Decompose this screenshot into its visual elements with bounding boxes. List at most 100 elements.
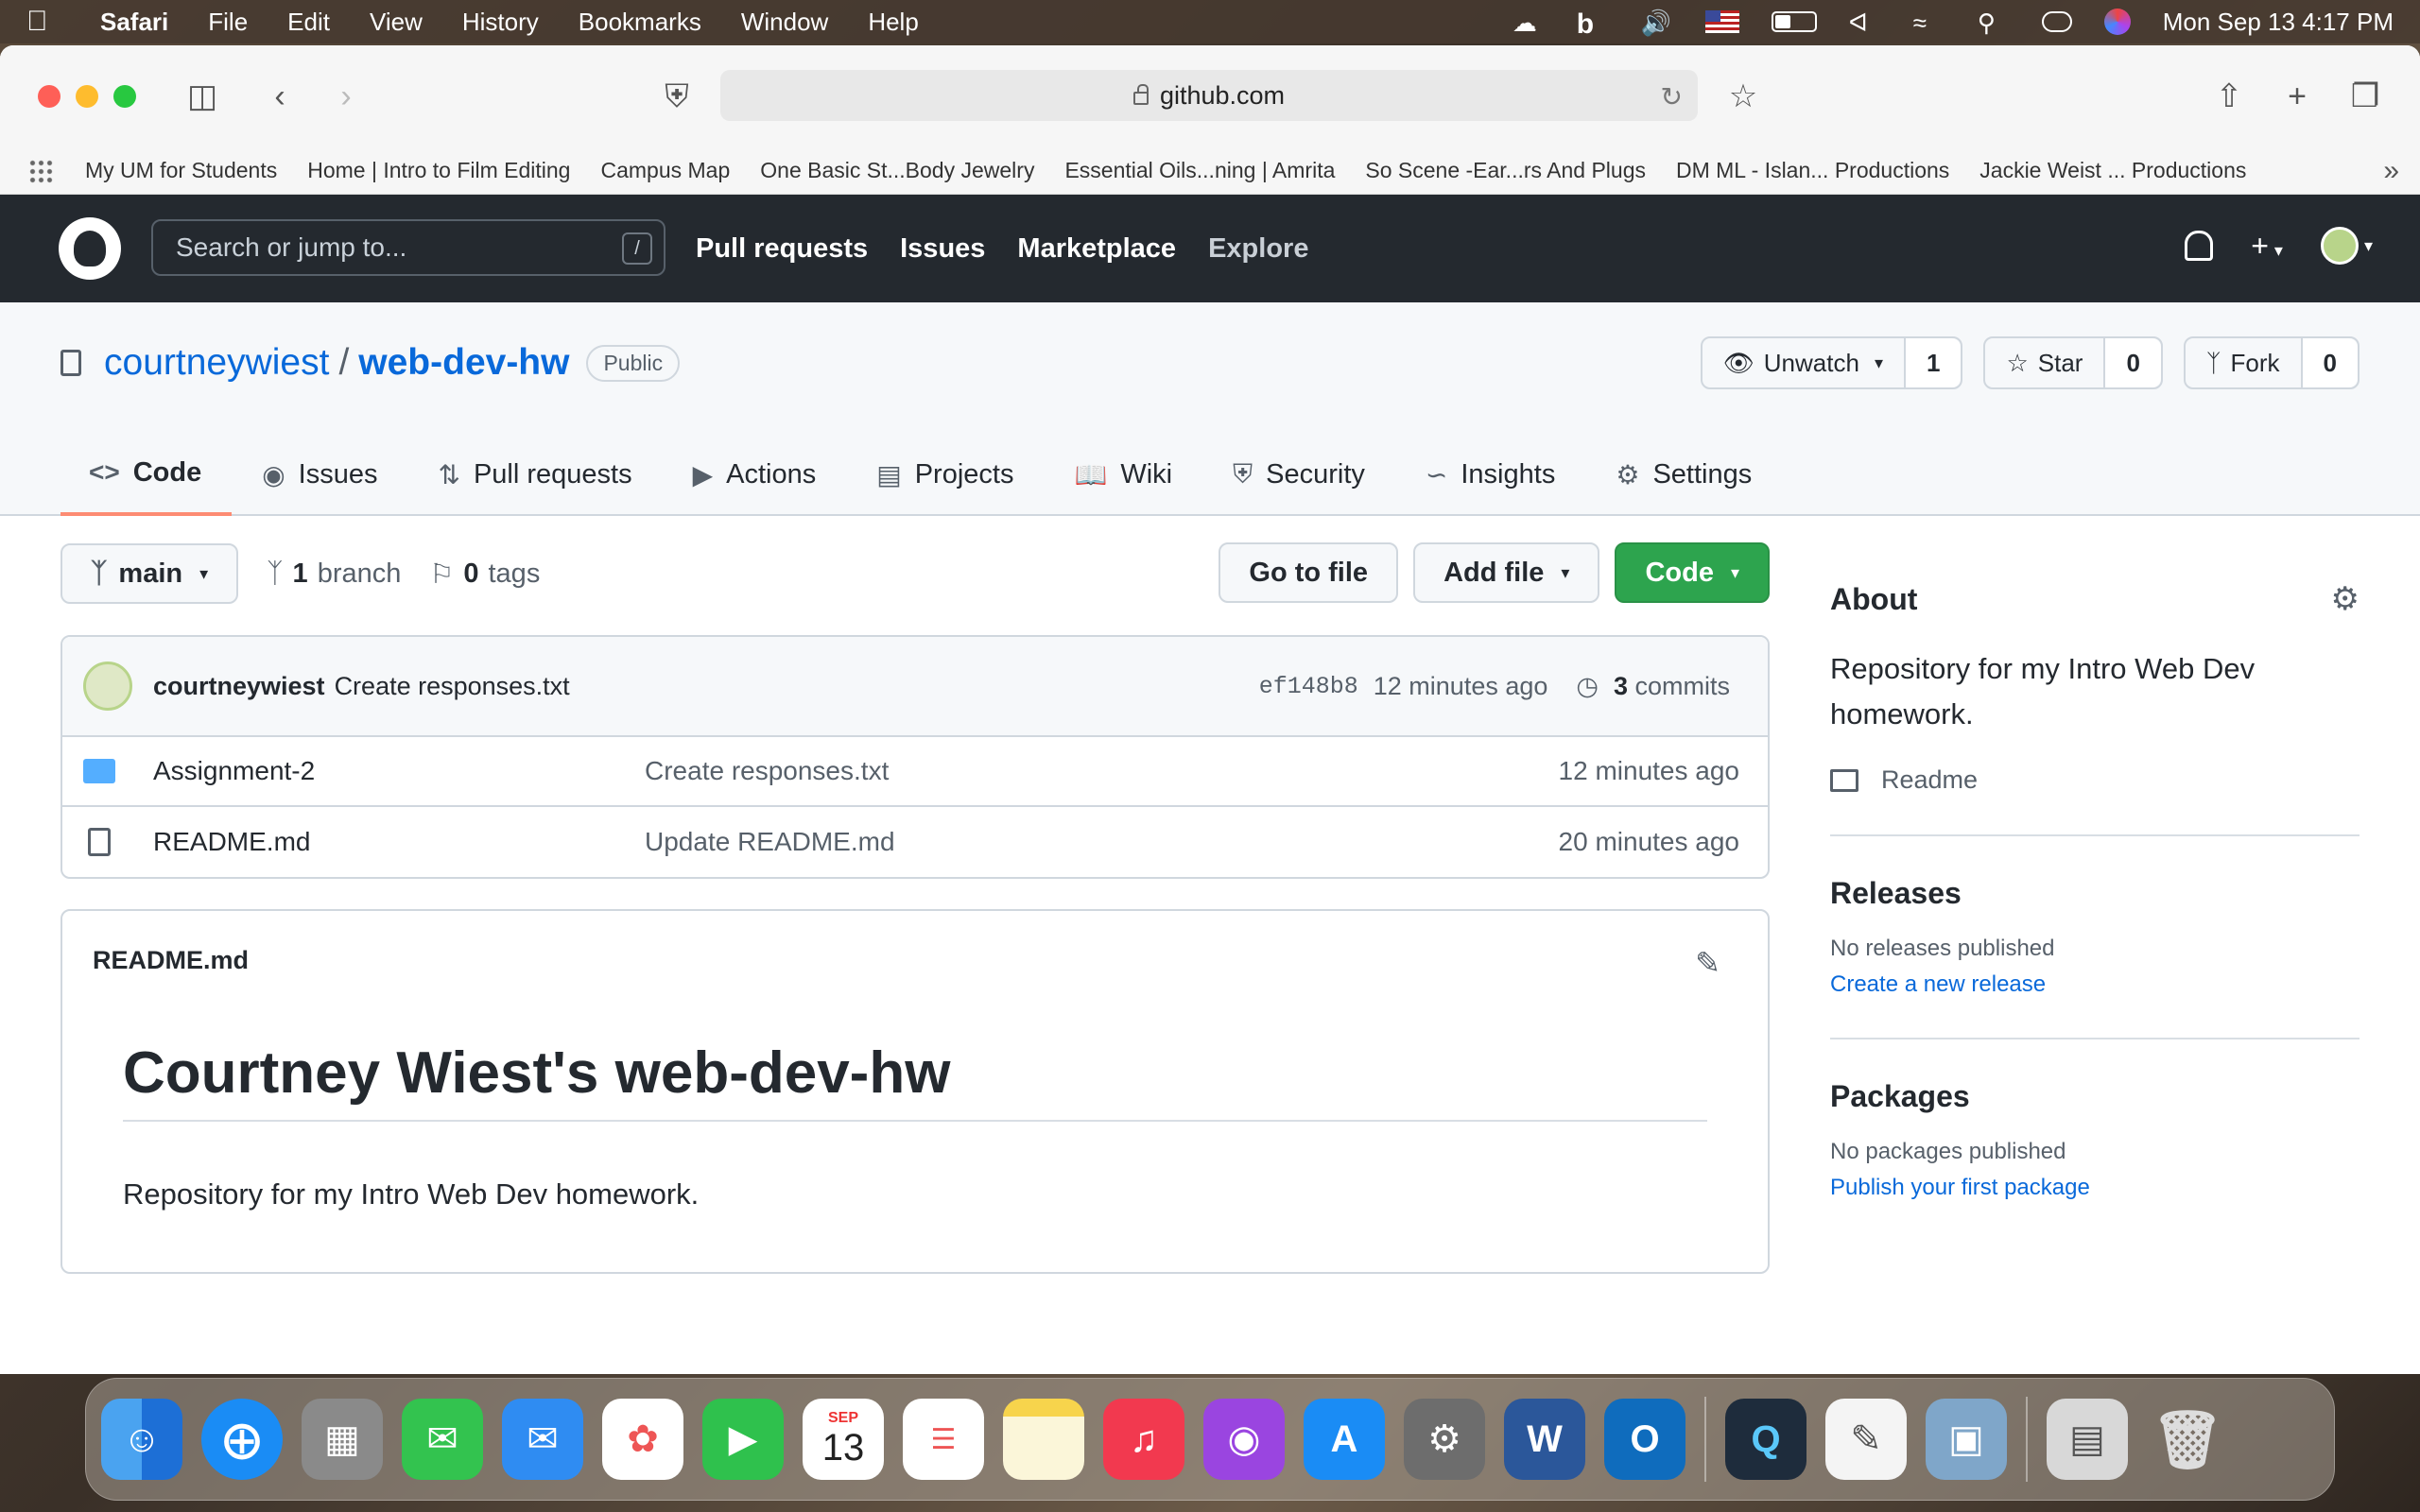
bookmark-item[interactable]: Jackie Weist ... Productions bbox=[1979, 158, 2246, 183]
input-source-flag-icon[interactable] bbox=[1704, 10, 1739, 33]
bookmark-item[interactable]: Essential Oils...ning | Amrita bbox=[1064, 158, 1335, 183]
launchpad-icon[interactable]: ▦ bbox=[302, 1399, 383, 1480]
unwatch-button[interactable]: 👁 Unwatch ▾ bbox=[1703, 338, 1906, 387]
notifications-bell-icon[interactable] bbox=[2185, 231, 2214, 261]
menu-help[interactable]: Help bbox=[868, 8, 918, 37]
b-app-icon[interactable]: b bbox=[1577, 9, 1609, 40]
edit-pencil-icon[interactable]: ✎ bbox=[1695, 945, 1720, 981]
bookmark-star-icon[interactable]: ☆ bbox=[1724, 77, 1762, 115]
new-tab-icon[interactable]: + bbox=[2278, 77, 2316, 115]
commit-author-avatar[interactable] bbox=[83, 662, 132, 711]
siri-icon[interactable] bbox=[2103, 9, 2131, 35]
zoom-window-button[interactable] bbox=[113, 85, 136, 108]
notes-icon[interactable] bbox=[1003, 1399, 1084, 1480]
messages-icon[interactable]: ✉ bbox=[402, 1399, 483, 1480]
privacy-shield-icon[interactable]: ⛨ bbox=[658, 77, 696, 115]
battery-icon[interactable] bbox=[1771, 11, 1817, 32]
calendar-icon[interactable]: SEP 13 bbox=[803, 1399, 884, 1480]
menu-bookmarks[interactable]: Bookmarks bbox=[579, 8, 701, 37]
commit-sha[interactable]: ef148b8 bbox=[1259, 673, 1358, 700]
bookmark-item[interactable]: My UM for Students bbox=[85, 158, 277, 183]
add-file-button[interactable]: Add file ▾ bbox=[1413, 542, 1600, 603]
music-icon[interactable]: ♫ bbox=[1103, 1399, 1184, 1480]
downloads-stack-icon[interactable]: ▤ bbox=[2047, 1399, 2128, 1480]
tab-security[interactable]: ⛨ Security bbox=[1202, 433, 1395, 516]
spotlight-search-icon[interactable]: ⚲ bbox=[1978, 9, 2010, 37]
bookmark-item[interactable]: DM ML - Islan... Productions bbox=[1676, 158, 1949, 183]
photos-icon[interactable]: ✿ bbox=[602, 1399, 683, 1480]
preview-icon[interactable]: ▣ bbox=[1926, 1399, 2007, 1480]
podcasts-icon[interactable]: ◉ bbox=[1203, 1399, 1285, 1480]
creative-cloud-icon[interactable]: ☁ bbox=[1512, 9, 1545, 37]
tags-link[interactable]: ⚐ 0 tags bbox=[429, 558, 540, 591]
trash-icon[interactable]: 🗑 bbox=[2147, 1399, 2228, 1480]
textedit-icon[interactable]: ✎ bbox=[1825, 1399, 1907, 1480]
commit-time[interactable]: 12 minutes ago bbox=[1374, 672, 1548, 701]
menu-history[interactable]: History bbox=[462, 8, 539, 37]
commit-message[interactable]: Create responses.txt bbox=[335, 672, 570, 701]
back-arrow-icon[interactable]: ‹ bbox=[261, 77, 299, 115]
app-store-icon[interactable]: A bbox=[1304, 1399, 1385, 1480]
gear-icon[interactable]: ⚙ bbox=[2331, 580, 2360, 618]
safari-icon[interactable]: ⨁ bbox=[201, 1399, 283, 1480]
share-icon[interactable]: ⇧ bbox=[2210, 77, 2248, 115]
tab-settings[interactable]: ⚙ Settings bbox=[1585, 433, 1782, 516]
system-preferences-icon[interactable]: ⚙ bbox=[1404, 1399, 1485, 1480]
repo-name-link[interactable]: web-dev-hw bbox=[358, 342, 569, 384]
repo-owner-link[interactable]: courtneywiest bbox=[104, 342, 329, 384]
fork-count[interactable]: 0 bbox=[2302, 338, 2358, 387]
tab-projects[interactable]: ▤ Projects bbox=[846, 433, 1044, 516]
wifi-icon[interactable]: ≈ bbox=[1913, 9, 1945, 37]
bluetooth-icon[interactable]: ᐊ bbox=[1849, 9, 1881, 37]
watch-count[interactable]: 1 bbox=[1905, 338, 1962, 387]
menu-app-safari[interactable]: Safari bbox=[100, 8, 168, 37]
reload-icon[interactable]: ↻ bbox=[1661, 81, 1683, 112]
menu-view[interactable]: View bbox=[370, 8, 423, 37]
menu-window[interactable]: Window bbox=[741, 8, 828, 37]
user-menu[interactable]: ▾ bbox=[2320, 227, 2373, 265]
code-download-button[interactable]: Code ▾ bbox=[1615, 542, 1770, 603]
facetime-icon[interactable]: ▶ bbox=[702, 1399, 784, 1480]
file-row[interactable]: Assignment-2 Create responses.txt 12 min… bbox=[62, 737, 1768, 807]
menu-clock[interactable]: Mon Sep 13 4:17 PM bbox=[2163, 8, 2394, 37]
minimize-window-button[interactable] bbox=[76, 85, 98, 108]
nav-explore[interactable]: Explore bbox=[1208, 233, 1308, 265]
control-center-icon[interactable] bbox=[2041, 11, 2072, 32]
create-release-link[interactable]: Create a new release bbox=[1830, 971, 2360, 998]
bookmarks-overflow-icon[interactable]: » bbox=[2383, 155, 2399, 187]
go-to-file-button[interactable]: Go to file bbox=[1219, 542, 1399, 603]
bookmark-item[interactable]: Campus Map bbox=[600, 158, 730, 183]
branch-select-button[interactable]: ᛉ main ▾ bbox=[60, 543, 239, 604]
bookmark-item[interactable]: Home | Intro to Film Editing bbox=[307, 158, 570, 183]
sidebar-toggle-icon[interactable]: ◫ bbox=[183, 77, 221, 115]
github-search-input[interactable]: Search or jump to... / bbox=[151, 219, 666, 276]
file-name-link[interactable]: Assignment-2 bbox=[153, 756, 645, 786]
menu-edit[interactable]: Edit bbox=[287, 8, 330, 37]
publish-package-link[interactable]: Publish your first package bbox=[1830, 1175, 2360, 1201]
readme-link[interactable]: Readme bbox=[1830, 765, 2360, 795]
star-count[interactable]: 0 bbox=[2105, 338, 2161, 387]
file-row[interactable]: README.md Update README.md 20 minutes ag… bbox=[62, 807, 1768, 877]
close-window-button[interactable] bbox=[38, 85, 60, 108]
star-button[interactable]: ☆ Star bbox=[1985, 338, 2106, 387]
reminders-icon[interactable]: ☰ bbox=[903, 1399, 984, 1480]
apps-grid-icon[interactable] bbox=[28, 158, 53, 183]
outlook-icon[interactable]: O bbox=[1604, 1399, 1685, 1480]
nav-pull-requests[interactable]: Pull requests bbox=[696, 233, 868, 265]
packages-title[interactable]: Packages bbox=[1830, 1079, 2360, 1114]
tab-overview-icon[interactable]: ❐ bbox=[2346, 77, 2384, 115]
tab-pull-requests[interactable]: ⇅ Pull requests bbox=[407, 433, 662, 516]
tab-wiki[interactable]: 📖 Wiki bbox=[1044, 433, 1202, 516]
fork-button[interactable]: ᛉ Fork bbox=[2186, 338, 2303, 387]
forward-arrow-icon[interactable]: › bbox=[327, 77, 365, 115]
commits-link[interactable]: 3 commits bbox=[1614, 672, 1730, 701]
mail-icon[interactable]: ✉ bbox=[502, 1399, 583, 1480]
menu-file[interactable]: File bbox=[208, 8, 248, 37]
bookmark-item[interactable]: So Scene -Ear...rs And Plugs bbox=[1365, 158, 1646, 183]
tab-insights[interactable]: ∽ Insights bbox=[1395, 433, 1585, 516]
file-commit-message[interactable]: Update README.md bbox=[645, 827, 895, 857]
github-logo-icon[interactable] bbox=[59, 217, 121, 280]
volume-icon[interactable]: 🔊 bbox=[1641, 9, 1673, 37]
address-bar[interactable]: github.com ↻ bbox=[720, 70, 1698, 121]
releases-title[interactable]: Releases bbox=[1830, 876, 2360, 911]
